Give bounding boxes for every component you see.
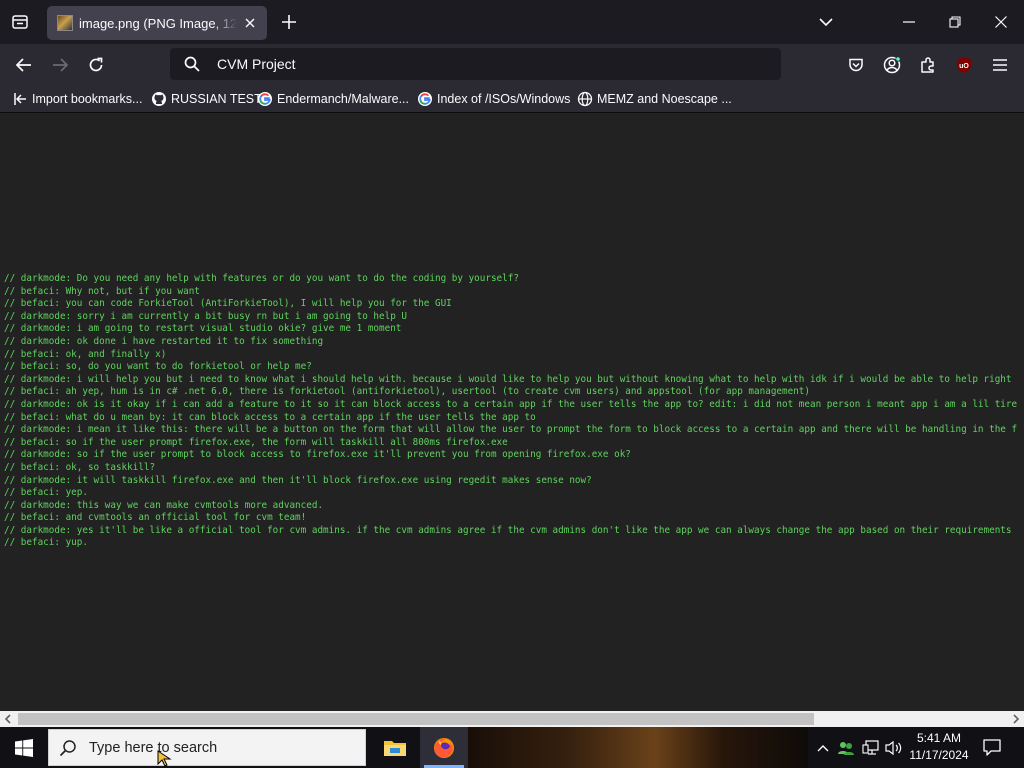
code-line: // darkmode: ok is it okay if i can add …	[4, 398, 1018, 410]
bookmark-label: Index of /ISOs/Windows	[437, 92, 571, 106]
notification-center-icon[interactable]	[978, 727, 1006, 768]
bookmark-label: RUSSIAN TEST	[171, 92, 262, 106]
minimize-button[interactable]	[886, 0, 932, 44]
code-line: // darkmode: i will help you but i need …	[4, 373, 1012, 385]
google-icon	[417, 91, 433, 107]
taskbar-search-box[interactable]: Type here to search	[48, 729, 366, 766]
code-line: // befaci: yep.	[4, 487, 88, 499]
taskbar-search-placeholder: Type here to search	[89, 740, 218, 756]
bookmark-endermanch[interactable]: Endermanch/Malware...	[257, 90, 409, 108]
code-line: // befaci: what do u mean by: it can blo…	[4, 411, 536, 423]
code-line: // befaci: ok, and finally x)	[4, 348, 167, 360]
windows-start-icon[interactable]	[0, 727, 48, 768]
scroll-right-icon[interactable]	[1008, 711, 1024, 727]
pocket-icon[interactable]	[843, 52, 869, 78]
code-line: // befaci: so, do you want to do forkiet…	[4, 361, 312, 373]
bookmark-isos-windows[interactable]: Index of /ISOs/Windows	[417, 90, 570, 108]
bookmark-label: Import bookmarks...	[32, 92, 143, 106]
people-sync-icon[interactable]	[836, 727, 856, 768]
code-line: // darkmode: yes it'll be like a officia…	[4, 524, 1012, 536]
import-icon	[12, 91, 28, 107]
mouse-cursor-icon	[157, 750, 172, 767]
bookmark-label: MEMZ and Noescape ...	[597, 92, 732, 106]
close-tab-icon[interactable]	[241, 14, 259, 32]
network-icon[interactable]	[860, 727, 882, 768]
code-line: // darkmode: ok done i have restarted it…	[4, 335, 324, 347]
hamburger-menu-icon[interactable]	[987, 52, 1013, 78]
system-clock[interactable]: 5:41 AM 11/17/2024	[906, 730, 972, 764]
clock-date: 11/17/2024	[909, 748, 969, 762]
address-bar[interactable]: CVM Project	[170, 48, 781, 80]
tab-title: image.png (PNG Image, 1222 × 1148 pixels…	[79, 15, 237, 31]
navigation-toolbar: CVM Project uO	[0, 44, 1024, 86]
volume-icon[interactable]	[883, 727, 905, 768]
bookmark-import[interactable]: Import bookmarks...	[12, 90, 142, 108]
code-line: // darkmode: i am going to restart visua…	[4, 323, 402, 335]
new-tab-button[interactable]	[278, 11, 300, 33]
firefox-taskbar-icon[interactable]	[420, 727, 468, 768]
forward-button[interactable]	[47, 52, 73, 78]
show-hidden-icons-chevron-icon[interactable]	[813, 727, 833, 768]
code-line: // darkmode: it will taskkill firefox.ex…	[4, 474, 592, 486]
bookmark-russian-test[interactable]: RUSSIAN TEST	[151, 90, 262, 108]
search-icon	[59, 740, 76, 757]
bookmarks-toolbar: Import bookmarks... RUSSIAN TEST Enderma…	[0, 86, 1024, 113]
reload-button[interactable]	[83, 52, 109, 78]
restore-button[interactable]	[932, 0, 978, 44]
github-icon	[151, 91, 167, 107]
code-line: // befaci: and cvmtools an official tool…	[4, 512, 307, 524]
scrollbar-thumb[interactable]	[18, 713, 814, 725]
code-line: // befaci: Why not, but if you want	[4, 285, 200, 297]
list-all-tabs-icon[interactable]	[8, 10, 32, 34]
svg-text:uO: uO	[959, 63, 969, 70]
back-button[interactable]	[11, 52, 37, 78]
code-line: // darkmode: i mean it like this: there …	[4, 424, 1018, 436]
ublock-origin-icon[interactable]: uO	[951, 52, 977, 78]
code-line: // darkmode: Do you need any help with f…	[4, 273, 519, 284]
code-line: // darkmode: so if the user prompt to bl…	[4, 449, 631, 461]
image-favicon-icon	[57, 15, 73, 31]
taskbar: Type here to search 5:41 AM 11/17/2024	[0, 727, 1024, 768]
search-icon	[184, 56, 200, 72]
tab-list-chevron-icon[interactable]	[803, 0, 849, 44]
address-text: CVM Project	[217, 56, 296, 72]
code-line: // befaci: so if the user prompt firefox…	[4, 436, 508, 448]
code-line: // befaci: ok, so taskkill?	[4, 461, 156, 473]
extensions-icon[interactable]	[915, 52, 941, 78]
bookmark-label: Endermanch/Malware...	[277, 92, 410, 106]
code-line: // befaci: ah yep, hum is in c# .net 6.0…	[4, 386, 810, 398]
image-viewer: // darkmode: Do you need any help with f…	[0, 113, 1024, 711]
google-icon	[257, 91, 273, 107]
code-comments-image: // darkmode: Do you need any help with f…	[4, 273, 1017, 550]
clock-time: 5:41 AM	[916, 731, 962, 745]
code-line: // darkmode: this way we can make cvmtoo…	[4, 499, 324, 511]
code-line: // darkmode: sorry i am currently a bit …	[4, 310, 407, 322]
desktop-wallpaper-peek	[468, 727, 808, 768]
account-icon[interactable]	[879, 52, 905, 78]
tab-bar: image.png (PNG Image, 1222 × 1148 pixels…	[0, 0, 1024, 44]
globe-icon	[577, 91, 593, 107]
code-line: // befaci: yup.	[4, 537, 88, 549]
horizontal-scrollbar[interactable]	[0, 711, 1024, 727]
tab-active[interactable]: image.png (PNG Image, 1222 × 1148 pixels…	[47, 6, 267, 40]
file-explorer-icon[interactable]	[371, 727, 419, 768]
close-window-button[interactable]	[978, 0, 1024, 44]
code-line: // befaci: you can code ForkieTool (Anti…	[4, 298, 452, 310]
scroll-left-icon[interactable]	[0, 711, 16, 727]
bookmark-memz[interactable]: MEMZ and Noescape ...	[577, 90, 732, 108]
